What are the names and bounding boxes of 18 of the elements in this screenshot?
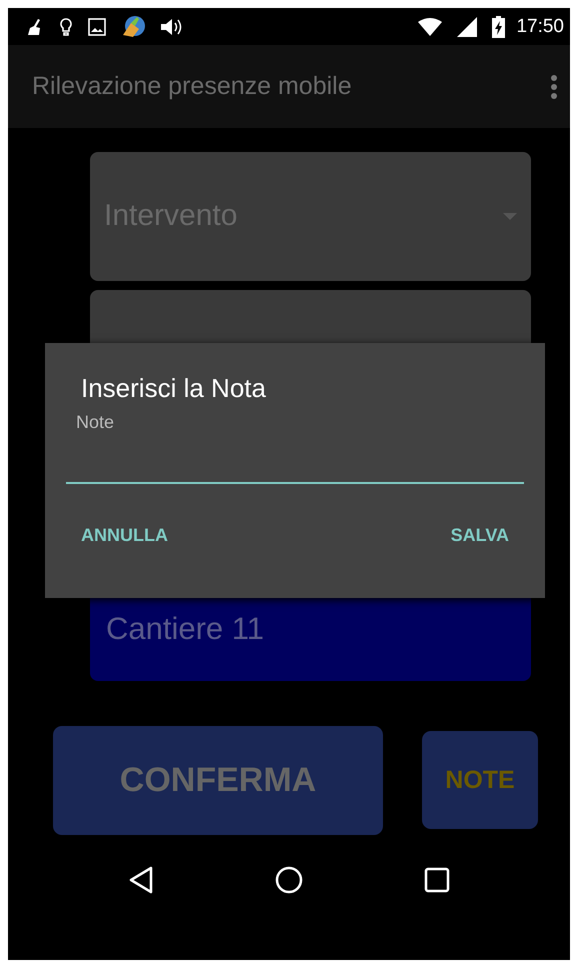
lightbulb-icon xyxy=(59,16,73,36)
speaker-icon xyxy=(160,16,182,36)
signal-icon xyxy=(457,16,478,36)
dialog-action-button[interactable]: ANNULLA xyxy=(81,521,168,550)
back-icon[interactable] xyxy=(128,866,154,894)
overflow-menu-icon[interactable] xyxy=(550,74,558,100)
dialog-title: Inserisci la Nota xyxy=(81,373,267,404)
note-field[interactable]: Note xyxy=(66,412,524,484)
image-icon xyxy=(88,18,106,36)
dropdown-caret-icon xyxy=(503,212,517,220)
battery-charging-icon xyxy=(492,16,506,38)
wifi-icon xyxy=(418,18,442,36)
broom-app-icon xyxy=(121,14,145,38)
app-title: Rilevazione presenze mobile xyxy=(32,72,353,101)
recents-icon[interactable] xyxy=(424,866,450,893)
clock-time: 17:50 xyxy=(516,16,564,38)
home-icon[interactable] xyxy=(274,866,303,894)
dialog-action-button[interactable]: SALVA xyxy=(450,521,509,550)
